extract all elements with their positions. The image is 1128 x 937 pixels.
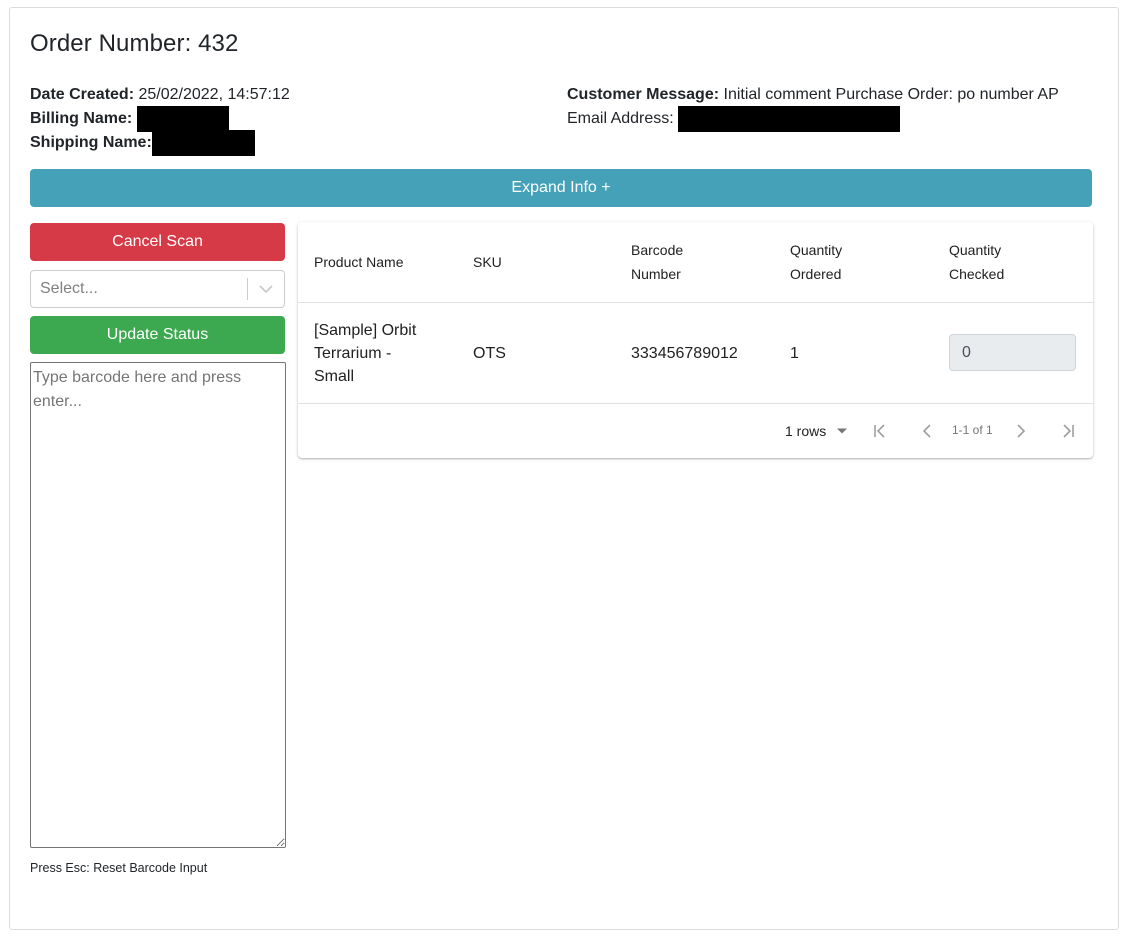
cell-sku: OTS bbox=[473, 345, 506, 362]
header-qty-checked-line1: Quantity bbox=[949, 242, 1002, 258]
products-table: Product Name SKU Barcode Number Quantity… bbox=[298, 222, 1093, 458]
pagination: 1 rows 1-1 of 1 bbox=[298, 404, 1093, 458]
email-redacted bbox=[678, 106, 901, 132]
next-page-icon[interactable] bbox=[1009, 420, 1031, 442]
page-title: Order Number: 432 bbox=[30, 30, 239, 57]
order-info-right: Customer Message: Initial comment Purcha… bbox=[567, 83, 1059, 132]
table-row: [Sample] Orbit Terrarium - Small OTS 333… bbox=[298, 303, 1093, 404]
header-qty-checked-line2: Checked bbox=[949, 266, 1005, 282]
header-product-name: Product Name bbox=[314, 254, 404, 270]
barcode-input[interactable] bbox=[30, 362, 286, 848]
billing-name-label: Billing Name: bbox=[30, 110, 133, 127]
date-created-value: 25/02/2022, 14:57:12 bbox=[138, 86, 290, 103]
order-card: Order Number: 432 Date Created: 25/02/20… bbox=[9, 7, 1119, 930]
reset-hint: Press Esc: Reset Barcode Input bbox=[30, 861, 208, 875]
header-qty-ordered-line2: Ordered bbox=[790, 266, 842, 282]
header-barcode-line2: Number bbox=[631, 266, 681, 282]
order-info-left: Date Created: 25/02/2022, 14:57:12 Billi… bbox=[30, 83, 290, 156]
status-select[interactable]: Select... bbox=[30, 270, 285, 308]
previous-page-icon[interactable] bbox=[917, 420, 939, 442]
product-name-line1: [Sample] Orbit bbox=[314, 322, 417, 339]
shipping-name-redacted bbox=[151, 130, 255, 156]
cell-barcode: 333456789012 bbox=[631, 345, 738, 362]
header-sku: SKU bbox=[473, 254, 502, 270]
rows-per-page-label: 1 rows bbox=[785, 423, 827, 439]
header-quantity-ordered: Quantity Ordered bbox=[790, 238, 842, 286]
quantity-checked-input[interactable]: 0 bbox=[949, 334, 1076, 371]
email-row: Email Address: bbox=[567, 106, 1059, 132]
shipping-name-row: Shipping Name: bbox=[30, 130, 290, 156]
product-name-line3: Small bbox=[314, 368, 355, 385]
customer-message-label: Customer Message: bbox=[567, 86, 720, 103]
billing-name-redacted bbox=[136, 106, 229, 132]
email-label: Email Address: bbox=[567, 110, 674, 127]
billing-name-row: Billing Name: bbox=[30, 106, 290, 132]
cancel-scan-button[interactable]: Cancel Scan bbox=[30, 223, 285, 261]
chevron-down-icon[interactable] bbox=[248, 284, 284, 294]
header-barcode: Barcode Number bbox=[631, 238, 683, 286]
pagination-range: 1-1 of 1 bbox=[952, 423, 993, 437]
rows-per-page-select[interactable]: 1 rows bbox=[785, 423, 848, 439]
header-barcode-line1: Barcode bbox=[631, 242, 684, 258]
header-qty-ordered-line1: Quantity bbox=[790, 242, 843, 258]
scan-controls: Cancel Scan Select... Update Status Pres… bbox=[30, 223, 286, 875]
table-header: Product Name SKU Barcode Number Quantity… bbox=[298, 222, 1093, 303]
date-created-row: Date Created: 25/02/2022, 14:57:12 bbox=[30, 83, 290, 107]
expand-info-button[interactable]: Expand Info + bbox=[30, 169, 1092, 207]
shipping-name-label: Shipping Name: bbox=[30, 134, 152, 151]
cell-quantity-ordered: 1 bbox=[790, 345, 799, 362]
status-select-placeholder: Select... bbox=[40, 280, 98, 297]
caret-down-icon bbox=[837, 428, 848, 434]
customer-message-value: Initial comment Purchase Order: po numbe… bbox=[723, 86, 1059, 103]
customer-message-row: Customer Message: Initial comment Purcha… bbox=[567, 83, 1059, 107]
cell-product-name: [Sample] Orbit Terrarium - Small bbox=[314, 319, 416, 388]
date-created-label: Date Created: bbox=[30, 86, 135, 103]
product-name-line2: Terrarium - bbox=[314, 345, 392, 362]
update-status-button[interactable]: Update Status bbox=[30, 316, 285, 354]
first-page-icon[interactable] bbox=[869, 420, 891, 442]
header-quantity-checked: Quantity Checked bbox=[949, 238, 1004, 286]
last-page-icon[interactable] bbox=[1057, 420, 1079, 442]
